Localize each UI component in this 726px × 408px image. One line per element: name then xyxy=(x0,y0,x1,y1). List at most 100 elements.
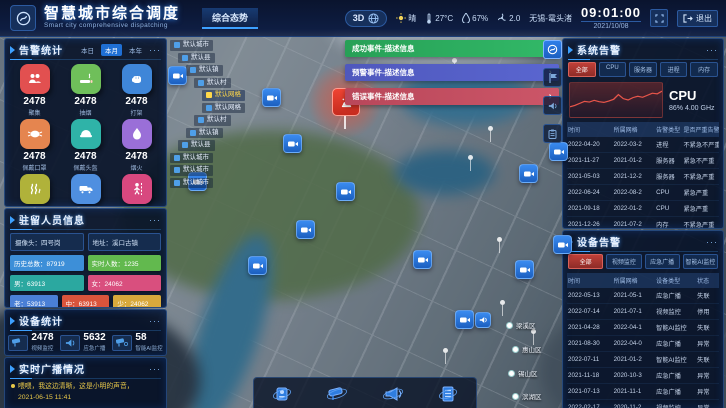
clock: 09:01:00 2021/10/08 xyxy=(581,6,641,30)
table-row[interactable]: 2021-09-182022-01-2CPU紧急严重 xyxy=(567,201,719,217)
exit-button[interactable]: 退出 xyxy=(677,10,718,27)
fullscreen-button[interactable] xyxy=(650,9,668,27)
tree-item[interactable]: 默认镇 xyxy=(186,128,223,139)
fist-icon xyxy=(122,64,152,94)
camera-marker-icon[interactable] xyxy=(296,220,315,239)
table-row[interactable]: 2022-07-142021-07-1视频监控停用 xyxy=(567,304,719,320)
table-row[interactable]: 2021-05-032021-12-2服务器不紧急严重 xyxy=(567,169,719,185)
camera-marker-icon[interactable] xyxy=(262,88,281,107)
camera-marker-icon[interactable] xyxy=(515,260,534,279)
megaphone-tool-icon[interactable] xyxy=(378,382,408,406)
tree-item[interactable]: 默认村 xyxy=(194,115,231,126)
camera-marker-icon[interactable] xyxy=(248,256,267,275)
alarm-stat-fire[interactable]: 2478 火灾 xyxy=(9,174,60,207)
filter-tab-process[interactable]: 进程 xyxy=(660,62,688,77)
filter-tab-server[interactable]: 服务器 xyxy=(629,62,657,77)
more-menu-icon[interactable]: ··· xyxy=(149,364,161,374)
filter-tab-ai[interactable]: 智能AI监控 xyxy=(683,254,718,269)
table-row[interactable]: 2021-11-272021-01-2服务器紧急不严重 xyxy=(567,153,719,169)
tab-comprehensive-situation[interactable]: 综合态势 xyxy=(202,8,258,29)
alarm-stat-boundary-crossing[interactable]: 2478 人员越界告警 xyxy=(111,174,162,207)
alarm-stat-truck-cover[interactable]: 2478 渣土车顶盖 xyxy=(60,174,111,207)
filter-tab-all[interactable]: 全部 xyxy=(568,62,596,77)
server-tool-icon[interactable] xyxy=(433,382,463,406)
device-stat-broadcast[interactable]: 5632 应急广播 xyxy=(60,333,105,352)
alarm-stat-helmet[interactable]: 2478 佩戴头盔 xyxy=(60,119,111,172)
camera-marker-icon[interactable] xyxy=(413,250,432,269)
panel-arrow-icon xyxy=(10,365,15,373)
camera-marker-icon[interactable] xyxy=(283,134,302,153)
stat-young: 少：24062 xyxy=(113,295,161,308)
filter-tab-memory[interactable]: 内存 xyxy=(690,62,718,77)
people-icon xyxy=(20,64,50,94)
table-row[interactable]: 2022-04-202022-03-2进程不紧急不严重 xyxy=(567,137,719,153)
warning-event-banner[interactable]: 预警事件-描述信息 › xyxy=(345,64,559,81)
tab-day[interactable]: 本日 xyxy=(77,44,98,56)
table-row[interactable]: 2022-07-112021-01-2智能AI监控失联 xyxy=(567,352,719,368)
speaker-marker-icon[interactable] xyxy=(475,312,491,328)
broadcast-log[interactable]: 喂喂，我这边清晰，这是小明的声音， 2021-06-15 11:41 xyxy=(5,377,166,408)
table-row[interactable]: 2022-05-132021-05-1应急广播失联 xyxy=(567,288,719,304)
tree-item[interactable]: 默认县 xyxy=(178,140,215,151)
panel-alarm-statistics: 告警统计 本日 本月 本年 ··· 2478 聚集 2478 抽烟 xyxy=(4,38,167,207)
more-menu-icon[interactable]: ··· xyxy=(149,316,161,326)
tree-item[interactable]: 默认城市 xyxy=(170,40,213,51)
tree-item-active[interactable]: 默认网格 xyxy=(202,90,245,101)
tree-item[interactable]: 默认城市 xyxy=(170,153,213,164)
table-row[interactable]: 2021-11-182020-10-3应急广播异常 xyxy=(567,368,719,384)
tree-item[interactable]: 默认城市 xyxy=(170,178,213,189)
wind-value: 2.0 xyxy=(509,14,520,23)
tree-item[interactable]: 默认镇 xyxy=(186,65,223,76)
camera-marker-icon[interactable] xyxy=(455,310,474,329)
more-menu-icon[interactable]: ··· xyxy=(149,45,161,55)
flag-tool[interactable] xyxy=(543,68,562,87)
filter-tab-video[interactable]: 视频监控 xyxy=(606,254,641,269)
cctv-tool-icon[interactable] xyxy=(322,382,352,406)
camera-marker-icon[interactable] xyxy=(553,235,572,254)
panel-resident-personnel: 驻留人员信息 ··· 摄像头：四号岗 地址：溪口古镇 历史总数：87919 实时… xyxy=(4,208,167,308)
error-event-banner[interactable]: 错误事件-描述信息 › xyxy=(345,88,559,105)
tree-item[interactable]: 默认县 xyxy=(178,53,215,64)
alarm-stat-smoking[interactable]: 2478 抽烟 xyxy=(60,64,111,117)
alarm-stat-gathering[interactable]: 2478 聚集 xyxy=(9,64,60,117)
more-menu-icon[interactable]: ··· xyxy=(706,45,718,55)
table-row[interactable]: 2021-04-282022-04-1智能AI监控失联 xyxy=(567,320,719,336)
table-row[interactable]: 2021-08-302022-04-0应急广播异常 xyxy=(567,336,719,352)
table-row[interactable]: 2021-07-132021-11-1应急广播异常 xyxy=(567,384,719,400)
camera-marker-icon[interactable] xyxy=(336,182,355,201)
report-tool[interactable] xyxy=(543,124,562,143)
filter-tab-broadcast[interactable]: 应急广播 xyxy=(645,254,680,269)
alarm-stat-fighting[interactable]: 2478 打架 xyxy=(111,64,162,117)
tree-item[interactable]: 默认村 xyxy=(194,78,231,89)
tree-item[interactable]: 默认网格 xyxy=(202,103,245,114)
filter-tab-cpu[interactable]: CPU xyxy=(599,62,627,77)
more-menu-icon[interactable]: ··· xyxy=(706,237,718,247)
audio-tool[interactable] xyxy=(543,96,562,115)
filter-tab-all[interactable]: 全部 xyxy=(568,254,603,269)
tab-year[interactable]: 本年 xyxy=(125,44,146,56)
camera-marker-icon[interactable] xyxy=(519,164,538,183)
tab-month[interactable]: 本月 xyxy=(101,44,122,56)
table-row[interactable]: 2021-12-262021-07-2内存不紧急严重 xyxy=(567,217,719,230)
camera-select[interactable]: 摄像头：四号岗 xyxy=(10,233,84,251)
device-stat-video[interactable]: 2478 视频监控 xyxy=(8,333,53,352)
device-stat-ai[interactable]: 58 智能AI监控 xyxy=(112,333,162,352)
app-logo-icon xyxy=(10,5,36,31)
clipboard-icon xyxy=(548,129,557,139)
system-monitor-tool[interactable] xyxy=(543,40,562,59)
table-row[interactable]: 2022-06-242022-08-2CPU紧急严重 xyxy=(567,185,719,201)
alarm-stat-fire-smoke[interactable]: 2478 烟火 xyxy=(111,119,162,172)
camera-marker-icon[interactable] xyxy=(549,142,568,161)
alarm-stat-mask[interactable]: 2478 佩戴口罩 xyxy=(9,119,60,172)
success-event-banner[interactable]: 成功事件-描述信息 › xyxy=(345,40,559,57)
thermometer-icon xyxy=(425,13,433,24)
table-row[interactable]: 2022-02-172020-11-2视频监控异常 xyxy=(567,400,719,408)
banner-text: 错误事件-描述信息 xyxy=(352,91,415,102)
right-tool-strip xyxy=(543,40,561,143)
broadcast-timestamp: 2021-06-15 11:41 xyxy=(18,393,160,404)
tree-item[interactable]: 默认城市 xyxy=(170,165,213,176)
intercom-tool-icon[interactable] xyxy=(267,382,297,406)
more-menu-icon[interactable]: ··· xyxy=(149,215,161,225)
map-mode-3d-toggle[interactable]: 3D xyxy=(345,10,388,27)
flag-icon xyxy=(548,73,558,83)
